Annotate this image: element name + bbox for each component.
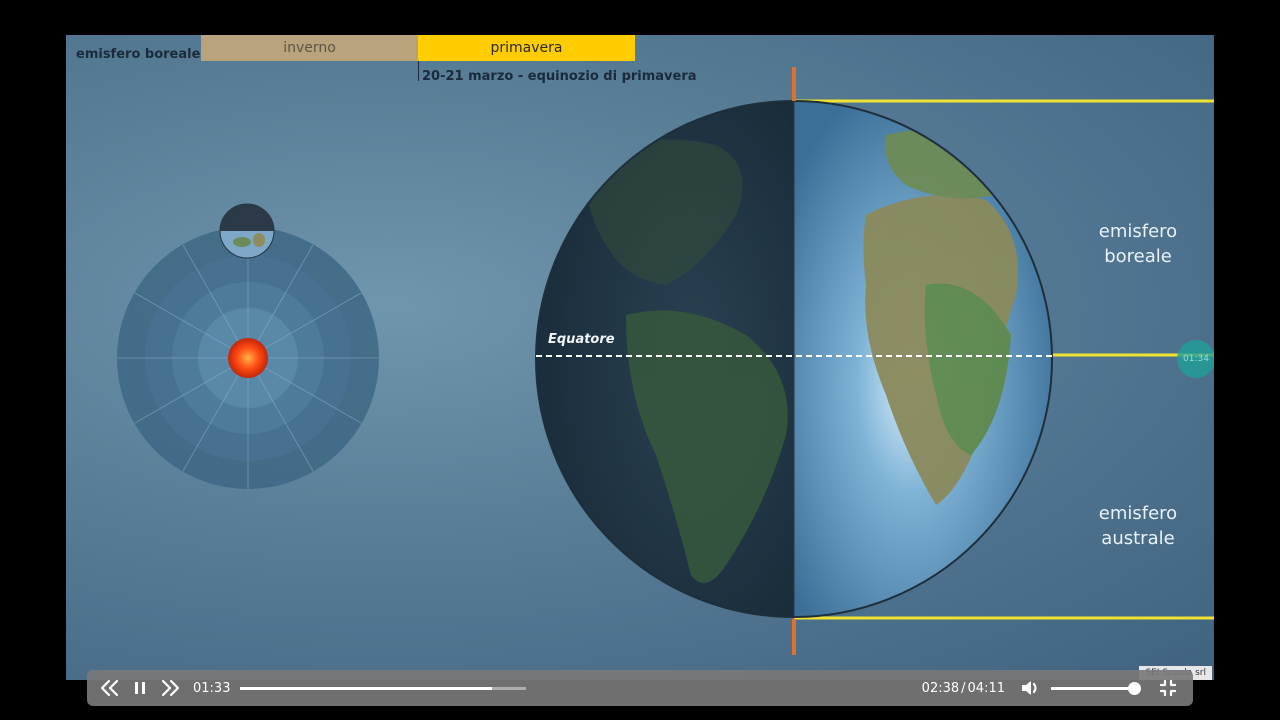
player-controls: 01:33 02:38 / 04:11	[87, 670, 1193, 706]
rewind-button[interactable]	[95, 673, 125, 703]
progress-fill	[240, 686, 493, 690]
current-time: 01:33	[193, 680, 231, 696]
progress-bar[interactable]	[240, 686, 527, 690]
time-separator: /	[961, 680, 966, 696]
volume-knob[interactable]	[1128, 681, 1142, 695]
pause-icon	[135, 682, 145, 694]
volume-fill	[1051, 686, 1136, 690]
forward-icon	[161, 679, 180, 697]
elapsed-time: 02:38	[921, 680, 960, 696]
south-hemisphere-label: emisfero australe	[1078, 501, 1198, 551]
duration: 04:11	[967, 680, 1005, 696]
exit-fullscreen-icon	[1160, 680, 1176, 696]
south-label-line1: emisfero	[1098, 503, 1178, 524]
time-badge: 01:34	[1177, 340, 1214, 378]
north-label-line2: boreale	[1104, 246, 1172, 267]
forward-button[interactable]	[155, 673, 185, 703]
orbit-diagram	[117, 67, 1214, 655]
exit-fullscreen-button[interactable]	[1153, 673, 1183, 703]
volume-icon	[1022, 681, 1037, 695]
volume-slider[interactable]	[1051, 681, 1142, 695]
south-label-line2: australe	[1101, 528, 1175, 549]
north-hemisphere-label: emisfero boreale	[1078, 219, 1198, 269]
rewind-icon	[100, 679, 119, 697]
sun	[228, 338, 268, 378]
north-label-line1: emisfero	[1098, 221, 1178, 242]
volume-button[interactable]	[1015, 673, 1045, 703]
video-frame[interactable]: emisfero boreale inverno primavera 20-21…	[66, 35, 1214, 680]
equator-label: Equatore	[548, 332, 615, 347]
pause-button[interactable]	[125, 673, 155, 703]
